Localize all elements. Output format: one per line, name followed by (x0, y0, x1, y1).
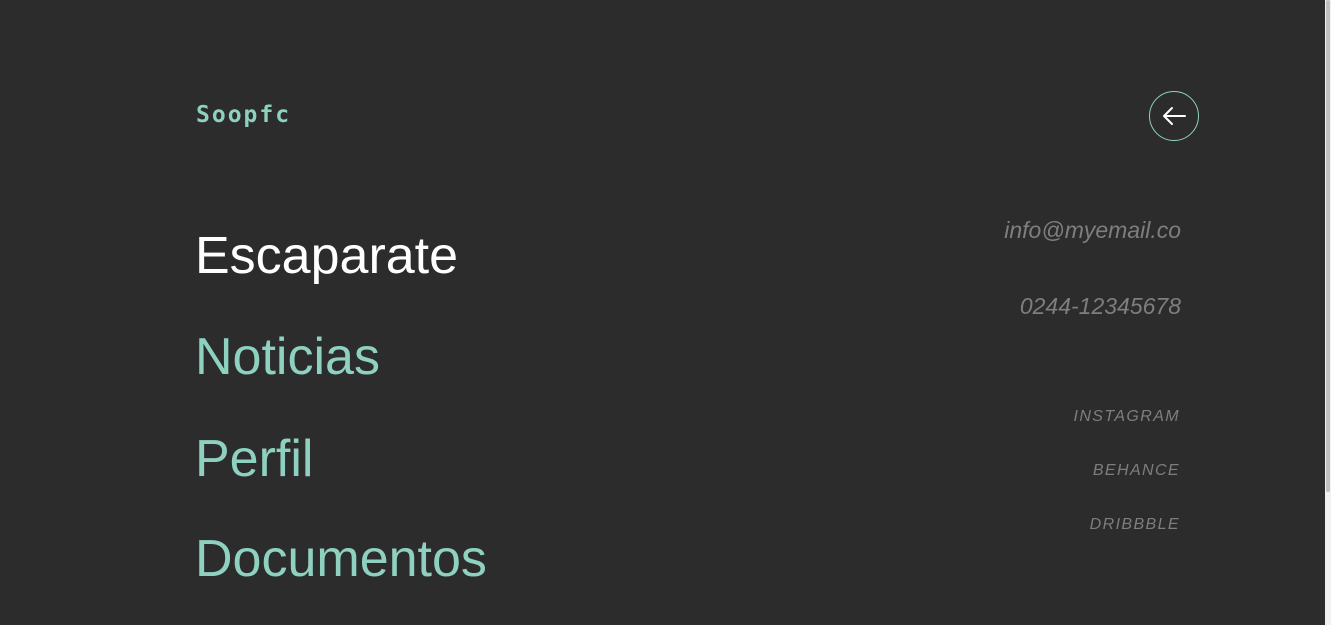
social-link-instagram[interactable]: INSTAGRAM (1073, 407, 1180, 427)
contact-email-link[interactable]: info@myemail.co (1004, 216, 1181, 244)
contact-phone-link[interactable]: 0244-12345678 (1020, 292, 1181, 320)
nav-item-perfil[interactable]: Perfil (195, 429, 313, 489)
scrollbar[interactable] (1325, 0, 1331, 625)
scrollbar-thumb[interactable] (1326, 0, 1330, 492)
menu-overlay: Soopfc Escaparate Noticias Perfil Docume… (0, 0, 1325, 625)
arrow-left-icon (1161, 106, 1187, 126)
social-link-dribbble[interactable]: DRIBBBLE (1090, 515, 1180, 535)
nav-item-escaparate[interactable]: Escaparate (195, 226, 458, 286)
site-logo[interactable]: Soopfc (196, 100, 291, 130)
social-link-behance[interactable]: BEHANCE (1093, 461, 1180, 481)
nav-item-noticias[interactable]: Noticias (195, 327, 380, 387)
close-menu-button[interactable] (1149, 91, 1199, 141)
nav-item-documentos[interactable]: Documentos (195, 529, 487, 589)
